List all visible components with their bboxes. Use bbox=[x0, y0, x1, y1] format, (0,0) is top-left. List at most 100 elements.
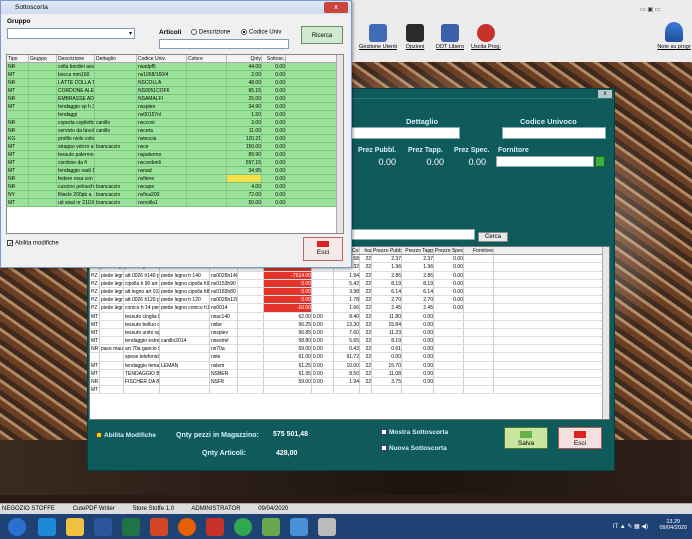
fornitore-lookup-button[interactable] bbox=[595, 156, 605, 167]
media-icon[interactable] bbox=[290, 518, 308, 536]
table-row[interactable]: MT tendaggio leman LEMAN nslem 61.25 0.00 10.0… bbox=[90, 361, 609, 370]
table-row[interactable]: MTtessuto belluo crs 280nsbe56.250.0013.… bbox=[90, 320, 609, 329]
column-header[interactable]: Prezzo Spec bbox=[434, 247, 464, 255]
table-row[interactable]: MTtessuto cinglia h140nsac14062.000.008.… bbox=[90, 312, 609, 321]
abilita-modifiche-checkbox[interactable]: Abilita modifiche bbox=[7, 240, 59, 247]
column-header[interactable]: Colore bbox=[187, 55, 227, 62]
table-row[interactable]: MT bocca mm160 ns1068/160/4 2.00 0.00 bbox=[7, 71, 343, 79]
explorer-icon[interactable] bbox=[66, 518, 84, 536]
dettaglio-input[interactable] bbox=[350, 127, 460, 139]
opzioni-button[interactable]: Opzioni bbox=[395, 22, 435, 64]
column-header[interactable]: Sottosc. bbox=[262, 55, 286, 62]
powerpoint-icon[interactable] bbox=[150, 518, 168, 536]
table-cell: 56.25 bbox=[264, 320, 312, 328]
sottoscorta-table[interactable]: Tipo Gruppo Descrizione Dettaglio Codice Uni… bbox=[6, 54, 344, 234]
table-row[interactable]: MT tessuto palermo cm.2 nspalermo 89.900.00 bbox=[7, 151, 343, 159]
articoli-input[interactable] bbox=[159, 39, 289, 49]
table-row[interactable]: NY filiacle 200pb a. 120brancaccionsfica2… bbox=[7, 191, 343, 199]
table-row[interactable]: MT fendaggio nadi 100% nsnad 34.950.00 bbox=[7, 167, 343, 175]
close-icon[interactable]: x bbox=[598, 90, 612, 98]
table-cell: 22 bbox=[360, 328, 372, 337]
table-row[interactable]: MT ud sisal nr 2110/15brancaccionsnoilla1… bbox=[7, 199, 343, 207]
search-input[interactable] bbox=[350, 229, 475, 240]
radio-descrizione[interactable]: Descrizione bbox=[191, 29, 230, 36]
table-row[interactable]: spese telefonichenste61.000.0091.72220.0… bbox=[90, 353, 609, 362]
filezilla-icon[interactable] bbox=[206, 518, 224, 536]
table-cell bbox=[29, 159, 57, 166]
salva-button[interactable]: Salva bbox=[504, 427, 548, 449]
table-row[interactable]: PZpiede legnoconico h 14 piede legrpiede… bbox=[90, 304, 609, 313]
table-row[interactable]: PZpiede legnocipolla h 90 art 0153 ipied… bbox=[90, 279, 609, 288]
table-row[interactable]: MT bbox=[90, 386, 609, 395]
column-header[interactable]: Codice Univ. bbox=[137, 55, 187, 62]
table-row[interactable]: NRpace mauizioart 70a gancio in ottone ns… bbox=[90, 345, 609, 354]
table-row[interactable]: NRFISCHER DA 8 SCATINSF859.000.001.94223… bbox=[90, 378, 609, 387]
excel-icon[interactable] bbox=[122, 518, 140, 536]
table-row[interactable]: MT cordone da fi nscordonli 597.15 0.00 bbox=[7, 159, 343, 167]
app-icon[interactable] bbox=[262, 518, 280, 536]
articoli-table[interactable]: QntyDenotaPrezzo CostoIvaPrezzo PubbPrez… bbox=[89, 246, 610, 420]
table-row[interactable]: NR coperta copiletto sintcanillonsccosi 3.… bbox=[7, 119, 343, 127]
ricerca-button[interactable]: Ricerca bbox=[301, 26, 343, 44]
prez-pubbl-value[interactable]: 0.00 bbox=[360, 157, 396, 167]
clock[interactable]: 13.29 09/04/2020 bbox=[659, 519, 687, 531]
table-row[interactable]: fendaggi ns00157nl 1.50 0.00 bbox=[7, 111, 343, 119]
table-row[interactable]: MT CORDONE ALETTA NS9051COF6 65.150.00 bbox=[7, 87, 343, 95]
column-header[interactable]: Prezzo Tapp bbox=[402, 247, 434, 255]
ie-icon[interactable] bbox=[38, 518, 56, 536]
column-header[interactable]: Fornitore bbox=[464, 247, 494, 255]
table-row[interactable]: NR colla bordini acetovin nsadpf5 44.000.00 bbox=[7, 63, 343, 71]
store-stoffe-icon[interactable] bbox=[318, 518, 336, 536]
ddt-libero-button[interactable]: DDT Libero bbox=[430, 22, 470, 64]
note-su-progr-button[interactable]: Note su progr bbox=[657, 22, 691, 62]
gestione-utenti-button[interactable]: Gestione Utenti bbox=[358, 22, 398, 64]
column-header[interactable]: Iva bbox=[360, 247, 372, 255]
table-row[interactable]: MT fendaggio sp h 300 nssplen 34.900.00 bbox=[7, 103, 343, 111]
mostra-sottoscorta-checkbox[interactable]: Mostra Sottoscorta bbox=[381, 429, 448, 436]
esci-button[interactable]: Esci bbox=[558, 427, 602, 449]
system-tray[interactable]: IT ▲ ✎ ▦ ◀) bbox=[613, 523, 648, 530]
chrome-icon[interactable] bbox=[234, 518, 252, 536]
table-row[interactable]: PZpiede legnoatt 0026 h120 piede lepiede… bbox=[90, 296, 609, 305]
cerca-button[interactable]: Cerca bbox=[478, 232, 508, 242]
table-scrollbar[interactable] bbox=[602, 247, 609, 419]
column-header[interactable]: Dettaglio bbox=[95, 55, 137, 62]
table-row[interactable]: NR cuscino pelouche torbrancaccionscupe 4.… bbox=[7, 183, 343, 191]
gruppo-select[interactable]: ▾ bbox=[7, 28, 135, 39]
table-scrollbar[interactable] bbox=[336, 55, 343, 233]
table-row[interactable]: KG profilo niolo colore nr nsteccia 120.210… bbox=[7, 135, 343, 143]
codice-univoco-input[interactable] bbox=[502, 127, 606, 139]
prez-tapp-value[interactable]: 0.00 bbox=[406, 157, 444, 167]
column-header[interactable]: Gruppo bbox=[29, 55, 57, 62]
table-row[interactable]: NR federe rosa con fiocco nsfiene 0.00 bbox=[7, 175, 343, 183]
window-controls[interactable]: ▭ ▣ ▭ bbox=[640, 6, 660, 13]
firefox-icon[interactable] bbox=[178, 518, 196, 536]
table-row[interactable]: MTTENDAGGIO BERMUNSBER61.950.008.502211.… bbox=[90, 369, 609, 378]
word-icon[interactable] bbox=[94, 518, 112, 536]
table-row[interactable]: MT tessuto unito op nssplev 56.85 0.00 7.60 22… bbox=[90, 328, 609, 338]
table-row[interactable]: NR EMBRASSE AD 1 FIX NSAMALFI 25.000.00 bbox=[7, 95, 343, 103]
table-row[interactable]: PZpiede legnoatt 0026 h140 piede lepiede… bbox=[90, 271, 609, 280]
table-row[interactable]: NR LATTE COLLA THEF NSCOLLA 48.000.00 bbox=[7, 79, 343, 87]
close-button[interactable]: x bbox=[324, 2, 348, 13]
fornitore-label: Fornitore bbox=[498, 147, 529, 154]
abilita-modifiche-checkbox[interactable]: Abilita Modifiche bbox=[96, 432, 156, 439]
table-row[interactable]: PZpiede legnoatt legno art 0183 cpiede l… bbox=[90, 287, 609, 297]
table-row[interactable]: NR servizio da tavola colcanillonsceta 11.… bbox=[7, 127, 343, 135]
table-cell: 0.00 bbox=[434, 304, 464, 312]
fornitore-select[interactable] bbox=[496, 156, 594, 167]
column-header[interactable]: Prezzo Pubb bbox=[372, 247, 402, 255]
uscita-prog-button[interactable]: Uscita Prog. bbox=[466, 22, 506, 64]
radio-codice-univ[interactable]: Codice Univ bbox=[241, 29, 281, 36]
esci-button[interactable]: Esci bbox=[303, 237, 343, 261]
column-header[interactable]: Descrizione bbox=[57, 55, 95, 62]
start-icon[interactable] bbox=[8, 518, 26, 536]
table-cell: 22 bbox=[360, 279, 372, 287]
table-row[interactable]: MT tendaggio estrel cm.3canillo2014nsestr… bbox=[90, 337, 609, 346]
prez-spec-value[interactable]: 0.00 bbox=[458, 157, 486, 167]
column-header[interactable]: Tipo bbox=[7, 55, 29, 62]
column-header[interactable]: Qnty bbox=[227, 55, 262, 62]
table-row[interactable]: MT strappo velcro autodebrancaccionsce 150… bbox=[7, 143, 343, 151]
dettaglio-label: Dettaglio bbox=[406, 117, 439, 126]
nuova-sottoscorta-checkbox[interactable]: Nuova Sottoscorta bbox=[381, 445, 447, 452]
